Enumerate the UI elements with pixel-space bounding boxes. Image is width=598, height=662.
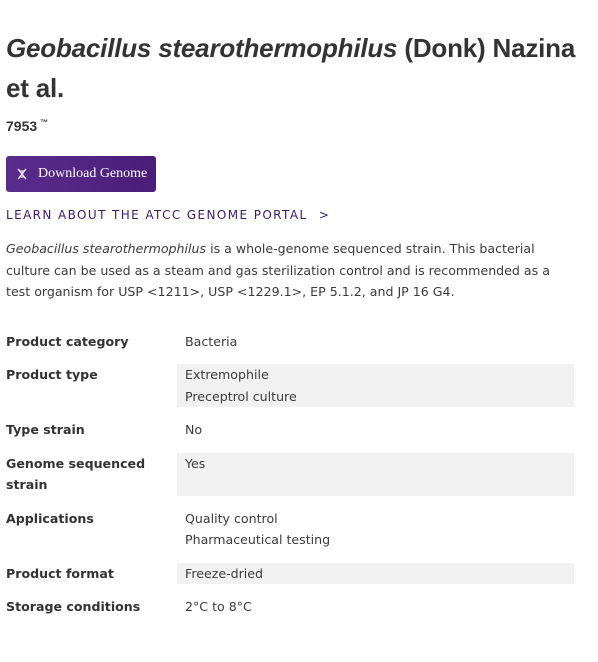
spec-value: No	[177, 419, 574, 441]
spec-row-storage-conditions: Storage conditions 2°C to 8°C	[6, 596, 574, 618]
spec-value: Yes	[177, 452, 574, 496]
spec-value-line: Freeze-dried	[185, 565, 264, 581]
spec-value: Extremophile Preceptrol culture	[177, 364, 574, 407]
genome-portal-link[interactable]: LEARN ABOUT THE ATCC GENOME PORTAL >	[6, 208, 576, 222]
spec-label: Product category	[6, 333, 129, 349]
description-species: Geobacillus stearothermophilus	[6, 241, 207, 256]
catalog-number: 7953 ™	[6, 118, 576, 138]
dna-icon	[17, 168, 27, 180]
spec-value-line: No	[185, 422, 203, 437]
spec-row-genome-sequenced-strain: Genome sequenced strain Yes	[6, 452, 574, 496]
product-species: Geobacillus stearothermophilus	[6, 33, 398, 63]
spec-value-line: Extremophile	[185, 367, 269, 382]
product-title: Geobacillus stearothermophilus (Donk) Na…	[6, 0, 576, 108]
download-genome-label: Download Genome	[38, 166, 148, 181]
spec-label: Product format	[6, 565, 114, 581]
spec-row-type-strain: Type strain No	[6, 419, 574, 441]
chevron-right-icon: >	[318, 208, 331, 222]
spec-value: 2°C to 8°C	[177, 596, 574, 618]
spec-value-line: Pharmaceutical testing	[185, 532, 331, 547]
spec-row-product-format: Product format Freeze-dried	[6, 562, 574, 584]
spec-label: Product type	[6, 367, 98, 382]
spec-value-line: Quality control	[185, 510, 278, 526]
spec-value: Bacteria	[177, 331, 574, 353]
spec-row-applications: Applications Quality control Pharmaceuti…	[6, 508, 574, 551]
spec-label: Genome sequenced strain	[6, 455, 146, 493]
trademark-symbol: ™	[40, 118, 49, 128]
spec-label: Storage conditions	[6, 599, 141, 614]
genome-portal-link-label: LEARN ABOUT THE ATCC GENOME PORTAL	[6, 208, 308, 222]
spec-value-line: 2°C to 8°C	[185, 599, 252, 614]
product-description: Geobacillus stearothermophilus is a whol…	[6, 238, 576, 303]
spec-value-line: Preceptrol culture	[185, 388, 297, 404]
spec-row-product-type: Product type Extremophile Preceptrol cul…	[6, 364, 574, 407]
product-specs-table: Product category Bacteria Product type E…	[6, 331, 574, 618]
catalog-number-value: 7953	[6, 118, 38, 134]
spec-value-line: Yes	[185, 455, 206, 471]
spec-value: Freeze-dried	[177, 562, 574, 584]
spec-row-product-category: Product category Bacteria	[6, 331, 574, 353]
spec-label: Type strain	[6, 422, 85, 437]
spec-value: Quality control Pharmaceutical testing	[177, 508, 574, 551]
download-genome-button[interactable]: Download Genome	[6, 156, 157, 192]
product-page: Geobacillus stearothermophilus (Donk) Na…	[6, 0, 576, 630]
spec-value-line: Bacteria	[185, 333, 238, 349]
spec-label: Applications	[6, 510, 94, 526]
